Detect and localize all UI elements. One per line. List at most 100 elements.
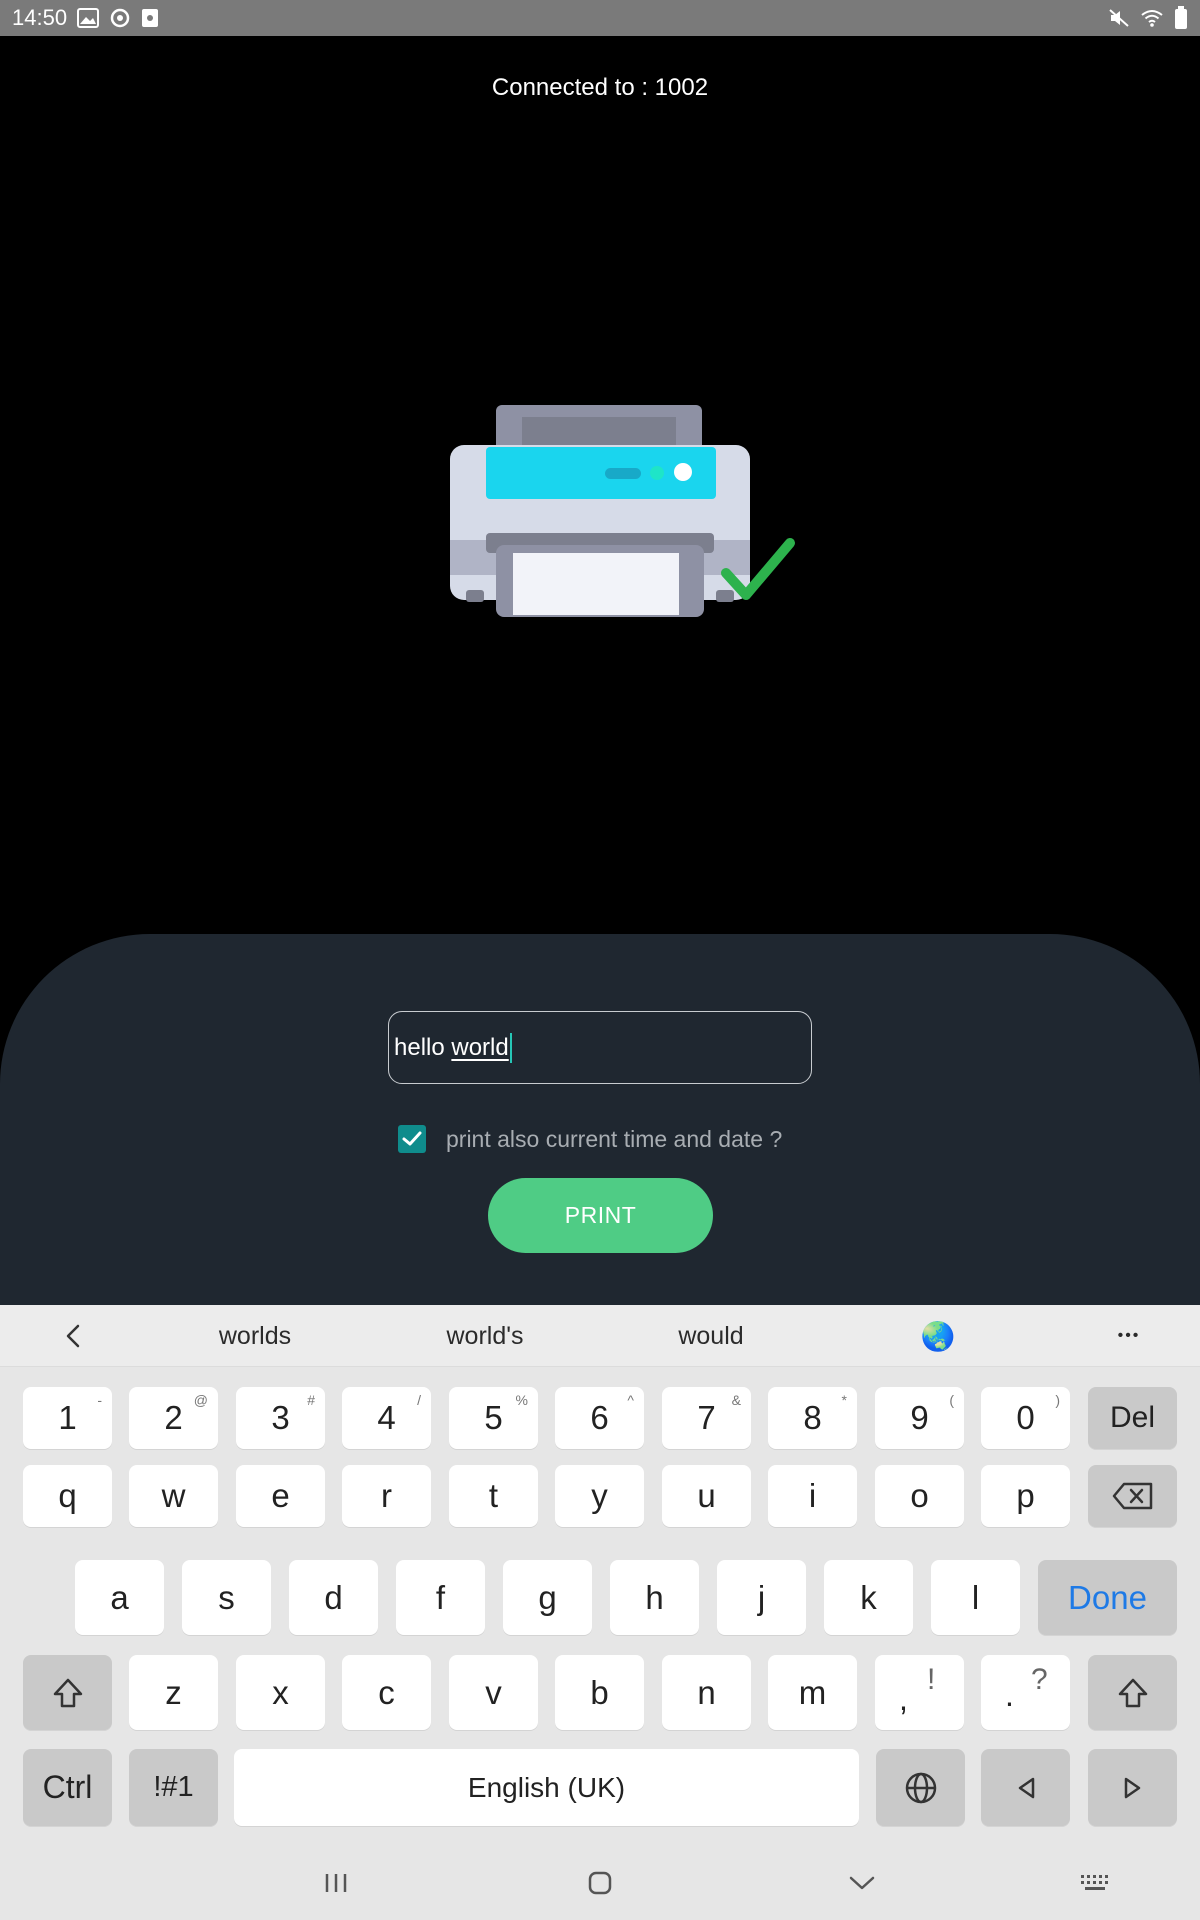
key-9[interactable]: (9 — [875, 1387, 964, 1449]
input-composing-text: world — [451, 1033, 509, 1061]
key-v[interactable]: v — [449, 1655, 538, 1730]
done-key[interactable]: Done — [1038, 1560, 1177, 1635]
print-button[interactable]: PRINT — [488, 1178, 713, 1253]
input-plain-text: hello — [394, 1033, 452, 1061]
key-comma[interactable]: , ! — [875, 1655, 964, 1730]
key-label: 4 — [377, 1399, 396, 1436]
key-hint: * — [841, 1392, 847, 1408]
message-input[interactable]: hello world — [388, 1011, 812, 1084]
key-hint: ) — [1055, 1392, 1060, 1408]
suggestion-1[interactable]: worlds — [180, 1305, 330, 1367]
recent-apps-icon[interactable] — [296, 1845, 376, 1920]
key-y[interactable]: y — [555, 1465, 644, 1527]
backspace-key[interactable] — [1088, 1465, 1177, 1527]
suggestion-2[interactable]: world's — [410, 1305, 560, 1367]
status-right — [1108, 6, 1188, 30]
key-f[interactable]: f — [396, 1560, 485, 1635]
sync-icon — [109, 7, 131, 29]
key-period[interactable]: . ? — [981, 1655, 1070, 1730]
key-label: 1 — [58, 1399, 77, 1436]
key-hint: # — [307, 1392, 315, 1408]
cursor-right-key[interactable] — [1088, 1749, 1177, 1826]
language-key[interactable] — [876, 1749, 965, 1826]
mute-icon — [1108, 8, 1130, 28]
timestamp-checkbox[interactable] — [398, 1125, 426, 1153]
key-5[interactable]: % 5 — [449, 1387, 538, 1449]
cursor-left-key[interactable] — [981, 1749, 1070, 1826]
chevron-left-icon[interactable] — [40, 1305, 106, 1367]
key-h[interactable]: h — [610, 1560, 699, 1635]
suggestion-3[interactable]: would — [636, 1305, 786, 1367]
back-icon[interactable] — [822, 1845, 902, 1920]
triangle-left-icon — [1018, 1777, 1034, 1798]
screenshot-icon — [141, 8, 159, 28]
key-e[interactable]: e — [236, 1465, 325, 1527]
battery-icon — [1174, 6, 1188, 30]
ctrl-key[interactable]: Ctrl — [23, 1749, 112, 1826]
key-i[interactable]: i — [768, 1465, 857, 1527]
key-c[interactable]: c — [342, 1655, 431, 1730]
key-b[interactable]: b — [555, 1655, 644, 1730]
key-3[interactable]: #3 — [236, 1387, 325, 1449]
symbols-key[interactable]: !#1 — [129, 1749, 218, 1826]
shift-icon — [53, 1678, 82, 1707]
key-label: 2 — [164, 1399, 183, 1436]
key-label: 7 — [697, 1399, 716, 1436]
keyboard-switch-icon[interactable] — [1055, 1845, 1135, 1920]
key-hint: & — [731, 1392, 741, 1408]
key-label: 0 — [1016, 1399, 1035, 1436]
shift-key-left[interactable] — [23, 1655, 112, 1730]
timestamp-option[interactable]: print also current time and date ? — [398, 1123, 782, 1155]
key-2[interactable]: @2 — [129, 1387, 218, 1449]
key-4[interactable]: /4 — [342, 1387, 431, 1449]
key-label: . — [1005, 1677, 1014, 1713]
key-hint: % — [515, 1392, 528, 1408]
backspace-icon — [1112, 1482, 1152, 1510]
home-icon[interactable] — [560, 1845, 640, 1920]
key-z[interactable]: z — [129, 1655, 218, 1730]
wifi-icon — [1140, 8, 1164, 28]
shift-key-right[interactable] — [1088, 1655, 1177, 1730]
key-m[interactable]: m — [768, 1655, 857, 1730]
key-hint: ^ — [627, 1392, 634, 1408]
shift-icon — [1118, 1678, 1147, 1707]
connection-status: Connected to : 1002 — [491, 74, 709, 101]
key-p[interactable]: p — [981, 1465, 1070, 1527]
key-r[interactable]: r — [342, 1465, 431, 1527]
key-l[interactable]: l — [931, 1560, 1020, 1635]
key-8[interactable]: * 8 — [768, 1387, 857, 1449]
key-o[interactable]: o — [875, 1465, 964, 1527]
triangle-right-icon — [1124, 1777, 1140, 1798]
key-0[interactable]: ) 0 — [981, 1387, 1070, 1449]
key-x[interactable]: x — [236, 1655, 325, 1730]
key-w[interactable]: w — [129, 1465, 218, 1527]
image-icon — [77, 8, 100, 28]
status-left: 14:50 — [12, 5, 159, 31]
key-u[interactable]: u — [662, 1465, 751, 1527]
key-a[interactable]: a — [75, 1560, 164, 1635]
key-hint: @ — [193, 1392, 208, 1408]
key-alt-label: ! — [927, 1663, 936, 1696]
del-key[interactable]: Del — [1088, 1387, 1177, 1449]
status-bar: 14:50 — [0, 0, 1200, 36]
more-options-icon[interactable]: ••• — [1090, 1305, 1168, 1367]
key-label: , — [899, 1681, 908, 1717]
key-t[interactable]: t — [449, 1465, 538, 1527]
soft-keyboard: worlds world's would 🌏 ••• -1 @2 #3 /4 %… — [0, 1305, 1200, 1920]
key-hint: - — [97, 1392, 102, 1408]
key-k[interactable]: k — [824, 1560, 913, 1635]
key-s[interactable]: s — [182, 1560, 271, 1635]
key-6[interactable]: ^ 6 — [555, 1387, 644, 1449]
key-7[interactable]: & 7 — [662, 1387, 751, 1449]
key-hint: / — [417, 1392, 421, 1408]
key-g[interactable]: g — [503, 1560, 592, 1635]
key-q[interactable]: q — [23, 1465, 112, 1527]
timestamp-checkbox-label: print also current time and date ? — [446, 1125, 783, 1152]
key-label: 8 — [803, 1399, 822, 1436]
key-n[interactable]: n — [662, 1655, 751, 1730]
emoji-globe-icon[interactable]: 🌏 — [908, 1305, 968, 1367]
key-d[interactable]: d — [289, 1560, 378, 1635]
space-key[interactable]: English (UK) — [234, 1749, 859, 1826]
key-j[interactable]: j — [717, 1560, 806, 1635]
key-1[interactable]: -1 — [23, 1387, 112, 1449]
